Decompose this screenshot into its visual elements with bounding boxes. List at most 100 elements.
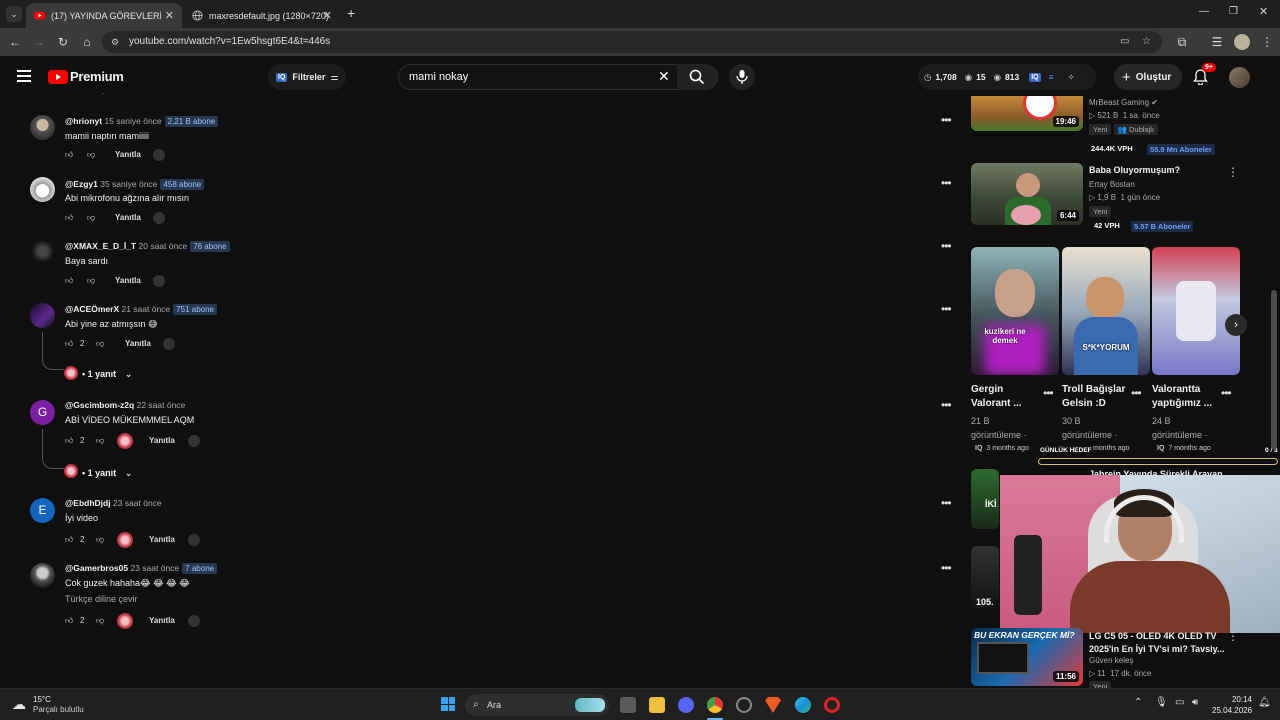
comment-menu-icon[interactable]: •••: [941, 561, 952, 575]
forward-icon[interactable]: →: [31, 34, 47, 50]
comment-time[interactable]: 22 saat önce: [137, 400, 186, 410]
account-avatar[interactable]: [1229, 67, 1250, 88]
reply-button[interactable]: Yanıtla: [125, 339, 151, 348]
short-title[interactable]: Troll Bağışlar Gelsin :D: [1062, 383, 1125, 411]
taskbar-search[interactable]: ⌕ Ara: [465, 694, 609, 716]
related-channel[interactable]: Ertay Bostan: [1089, 180, 1135, 189]
translate-icon[interactable]: [188, 615, 200, 627]
profile-avatar[interactable]: [1234, 34, 1250, 50]
iq-icon[interactable]: IQ: [1029, 72, 1041, 82]
related-thumbnail[interactable]: 105.: [971, 546, 999, 610]
start-button[interactable]: [441, 697, 455, 711]
clear-search-icon[interactable]: ✕: [658, 68, 670, 85]
translate-icon[interactable]: [163, 338, 175, 350]
like-icon[interactable]: 👍︎: [65, 616, 73, 626]
tray-volume-icon[interactable]: 🔊︎: [1192, 697, 1198, 708]
short-menu-icon[interactable]: •••: [1043, 386, 1054, 400]
weather-widget[interactable]: ☁ 15°C Parçalı bulutlu: [12, 694, 102, 716]
notifications-button[interactable]: 9+: [1193, 63, 1216, 90]
avatar[interactable]: G: [30, 400, 55, 425]
extensions-icon[interactable]: ⧉: [1174, 34, 1190, 50]
comment-author[interactable]: @XMAX_E_D_İ_T: [65, 241, 136, 251]
reply-button[interactable]: Yanıtla: [115, 276, 141, 285]
translate-icon[interactable]: [188, 534, 200, 546]
file-explorer-icon[interactable]: [649, 697, 665, 713]
related-title[interactable]: Baba Oluyormuşum?: [1089, 165, 1180, 175]
chrome-icon[interactable]: [707, 697, 723, 713]
app-icon[interactable]: [736, 697, 752, 713]
short-thumbnail[interactable]: S*K*YORUM: [1062, 247, 1150, 375]
minimize-button[interactable]: —: [1199, 6, 1209, 17]
opera-icon[interactable]: [824, 697, 840, 713]
dislike-icon[interactable]: 👎︎: [87, 276, 95, 286]
back-icon[interactable]: ←: [7, 34, 23, 50]
like-icon[interactable]: 👍︎: [65, 150, 73, 160]
comment-time[interactable]: 20 saat önce: [139, 241, 188, 251]
related-thumbnail[interactable]: 19:46: [971, 96, 1083, 131]
task-view-icon[interactable]: [620, 697, 636, 713]
comment-menu-icon[interactable]: •••: [941, 176, 952, 190]
comment-author[interactable]: @hrionyt: [65, 116, 102, 126]
comment-menu-icon[interactable]: •••: [941, 398, 952, 412]
notification-center-icon[interactable]: 🔔︎: [1258, 697, 1271, 708]
comment-author[interactable]: @Gamerbros05: [65, 563, 128, 573]
tab-youtube[interactable]: (17) YAYINDA GÖREVLERİ YAP : ✕: [26, 3, 182, 28]
close-tab-icon[interactable]: ✕: [323, 9, 332, 22]
reload-icon[interactable]: ↻: [55, 34, 71, 50]
avatar[interactable]: [30, 115, 55, 140]
reply-button[interactable]: Yanıtla: [115, 150, 141, 159]
related-thumbnail[interactable]: BU EKRAN GERÇEK Mİ? 11:56: [971, 628, 1083, 686]
create-button[interactable]: + Oluştur: [1114, 64, 1182, 90]
comment-menu-icon[interactable]: •••: [941, 113, 952, 127]
reply-button[interactable]: Yanıtla: [149, 535, 175, 544]
bookmark-star-icon[interactable]: ☆: [1142, 31, 1151, 53]
avatar[interactable]: [30, 303, 55, 328]
comment-time[interactable]: 23 saat önce: [113, 498, 162, 508]
search-button[interactable]: [677, 64, 717, 90]
reply-button[interactable]: Yanıtla: [149, 436, 175, 445]
tab-image[interactable]: maxresdefault.jpg (1280×720) ✕: [184, 3, 340, 28]
related-title[interactable]: LG C5 05 - OLED 4K OLED TV 2025'in En İyi…: [1089, 630, 1225, 656]
clock[interactable]: 20:14 25.04.2026: [1212, 694, 1252, 716]
comment-author[interactable]: @Gscimbom-z2q: [65, 400, 134, 410]
like-icon[interactable]: 👍︎: [65, 535, 73, 545]
home-icon[interactable]: ⌂: [79, 34, 95, 50]
new-tab-button[interactable]: +: [347, 5, 355, 21]
comment-author[interactable]: @Ezgy1: [65, 179, 98, 189]
short-menu-icon[interactable]: •••: [1221, 386, 1232, 400]
replies-toggle[interactable]: • 1 yanıt ⌄: [82, 468, 132, 479]
avatar[interactable]: [30, 177, 55, 202]
tray-mic-icon[interactable]: 🎙︎: [1155, 697, 1168, 708]
related-channel[interactable]: MrBeast Gaming ✔: [1089, 98, 1158, 107]
comment-author[interactable]: @EbdhDjdj: [65, 498, 111, 508]
tab-search-button[interactable]: ⌄: [6, 6, 22, 22]
related-menu-icon[interactable]: ⋮: [1227, 629, 1239, 643]
brave-icon[interactable]: [765, 697, 781, 713]
related-menu-icon[interactable]: ⋮: [1227, 165, 1239, 179]
install-icon[interactable]: ▭: [1120, 31, 1129, 53]
browser-menu-icon[interactable]: ⋮: [1259, 34, 1275, 50]
search-input[interactable]: mami nokay: [398, 64, 718, 90]
avatar[interactable]: E: [30, 498, 55, 523]
avatar[interactable]: [30, 240, 55, 265]
like-icon[interactable]: 👍︎: [65, 213, 73, 223]
filters-button[interactable]: IQ Filtreler ⚌: [268, 64, 346, 90]
like-icon[interactable]: 👍︎: [65, 276, 73, 286]
translate-icon[interactable]: [153, 275, 165, 287]
translate-icon[interactable]: [153, 212, 165, 224]
reply-button[interactable]: Yanıtla: [115, 213, 141, 222]
comment-menu-icon[interactable]: •••: [941, 239, 952, 253]
voice-search-button[interactable]: [729, 64, 755, 90]
comment-time[interactable]: 23 saat önce: [130, 563, 179, 573]
short-thumbnail[interactable]: [1152, 247, 1240, 375]
dislike-icon[interactable]: 👎︎: [96, 535, 104, 545]
edge-icon[interactable]: [795, 697, 811, 713]
comment-time[interactable]: 21 saat önce: [121, 304, 170, 314]
list-icon[interactable]: ≡: [1049, 72, 1054, 82]
site-info-icon[interactable]: ⚙: [111, 31, 119, 53]
like-icon[interactable]: 👍︎: [65, 339, 73, 349]
dislike-icon[interactable]: 👎︎: [87, 213, 95, 223]
discord-icon[interactable]: [678, 697, 694, 713]
translate-link[interactable]: Türkçe diline çevir: [65, 594, 138, 604]
page-scrollbar[interactable]: [1271, 290, 1277, 450]
